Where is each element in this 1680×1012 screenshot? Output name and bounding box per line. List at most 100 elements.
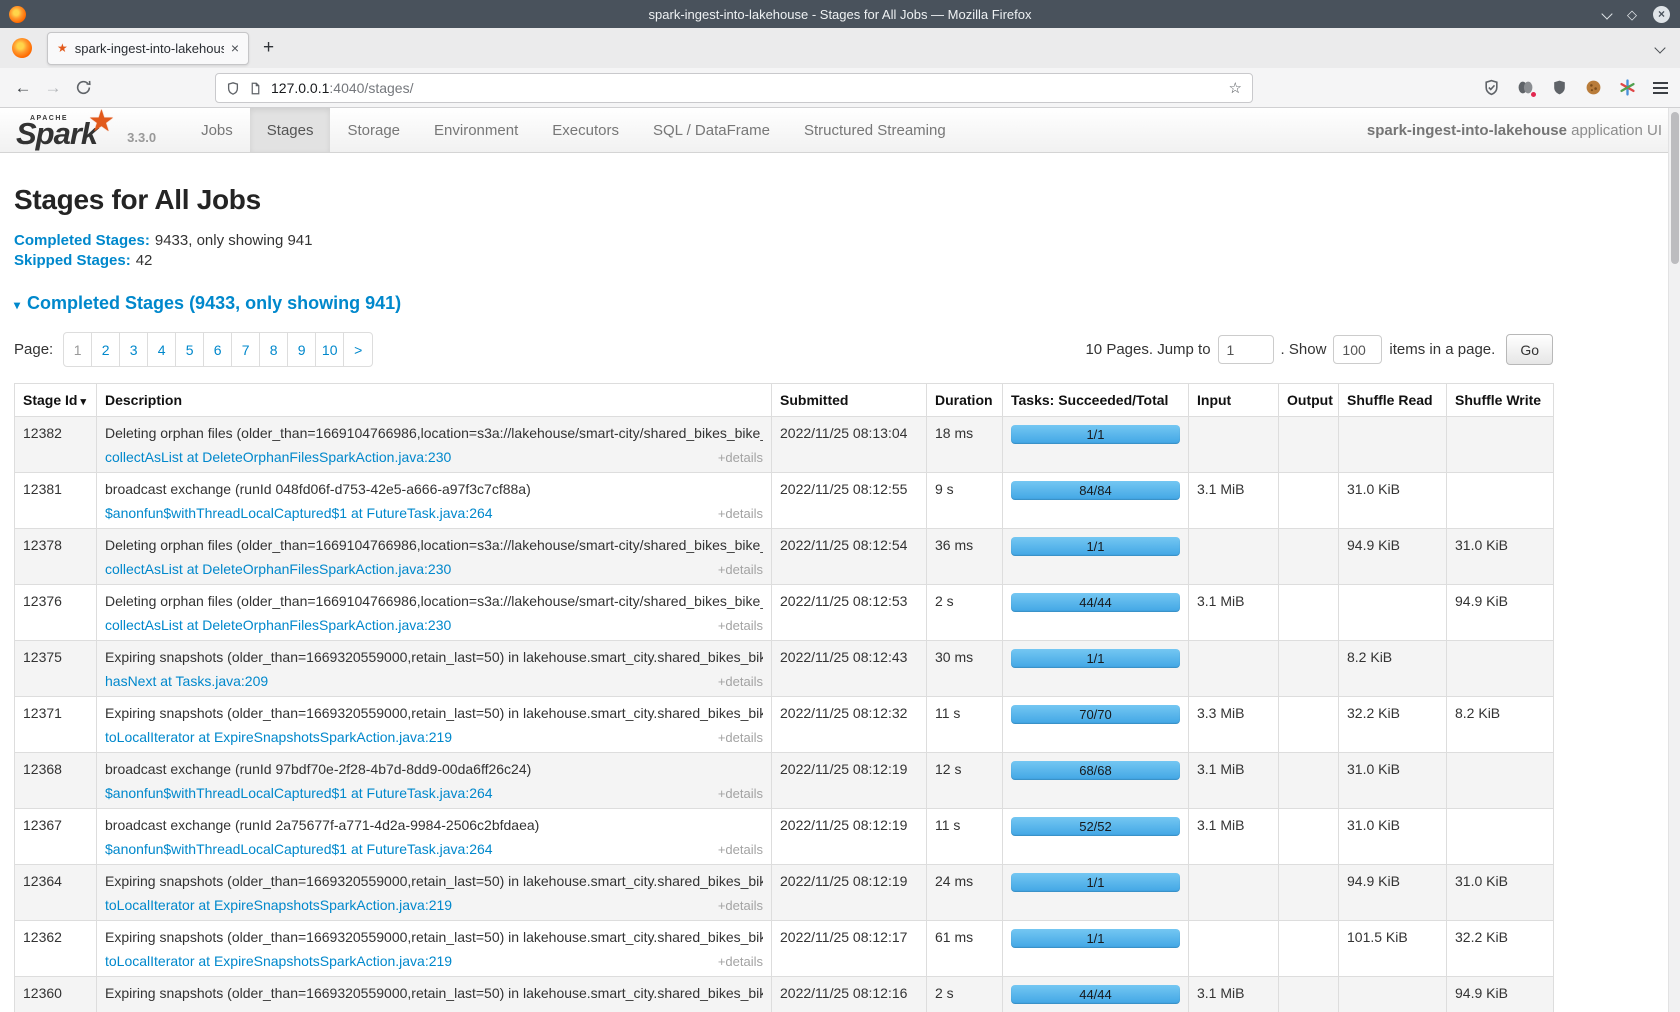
stage-id: 12378 <box>15 529 97 585</box>
masks-extension-icon[interactable] <box>1517 79 1534 96</box>
forward-button[interactable]: → <box>38 78 68 98</box>
tasks-cell: 84/84 <box>1003 473 1189 529</box>
details-toggle[interactable]: +details <box>718 561 763 578</box>
input-size <box>1189 529 1279 585</box>
submitted-time: 2022/11/25 08:12:19 <box>772 753 927 809</box>
stage-callsite-link[interactable]: toLocalIterator at ExpireSnapshotsSparkA… <box>105 729 452 746</box>
details-toggle[interactable]: +details <box>718 729 763 746</box>
scrollbar-track[interactable] <box>1668 108 1680 1012</box>
details-toggle[interactable]: +details <box>718 897 763 914</box>
shield-check-extension-icon[interactable] <box>1483 79 1500 96</box>
page-button-6[interactable]: 6 <box>204 333 232 366</box>
details-toggle[interactable]: +details <box>718 505 763 522</box>
input-size <box>1189 417 1279 473</box>
details-toggle[interactable]: +details <box>718 785 763 802</box>
col-description[interactable]: Description <box>97 384 772 417</box>
col-shuffle-read[interactable]: Shuffle Read <box>1339 384 1447 417</box>
page-button-10[interactable]: 10 <box>316 333 344 366</box>
details-toggle[interactable]: +details <box>718 449 763 466</box>
page-button-5[interactable]: 5 <box>176 333 204 366</box>
spark-nav-tab-environment[interactable]: Environment <box>417 108 535 152</box>
spark-nav-tab-stages[interactable]: Stages <box>250 108 331 152</box>
spark-nav-tab-executors[interactable]: Executors <box>535 108 636 152</box>
skipped-stages-label[interactable]: Skipped Stages: <box>14 252 131 269</box>
col-input[interactable]: Input <box>1189 384 1279 417</box>
cookie-extension-icon[interactable] <box>1585 79 1602 96</box>
details-toggle[interactable]: +details <box>718 953 763 970</box>
shuffle-read-size <box>1339 977 1447 1012</box>
stage-callsite-link[interactable]: toLocalIterator at ExpireSnapshotsSparkA… <box>105 897 452 914</box>
jump-to-page-input[interactable] <box>1218 335 1274 364</box>
page-button-2[interactable]: 2 <box>92 333 120 366</box>
stage-callsite-link[interactable]: $anonfun$withThreadLocalCaptured$1 at Fu… <box>105 505 493 522</box>
shuffle-write-size <box>1447 473 1554 529</box>
shuffle-read-size: 94.9 KiB <box>1339 865 1447 921</box>
page-content: Stages for All Jobs Completed Stages:943… <box>0 153 1680 1012</box>
tasks-progress-bar: 44/44 <box>1011 985 1180 1004</box>
details-toggle[interactable]: +details <box>718 841 763 858</box>
tasks-progress-bar: 70/70 <box>1011 705 1180 724</box>
stage-callsite-link[interactable]: collectAsList at DeleteOrphanFilesSparkA… <box>105 561 451 578</box>
list-all-tabs-button[interactable] <box>1656 39 1664 57</box>
details-toggle[interactable]: +details <box>718 673 763 690</box>
tasks-cell: 1/1 <box>1003 529 1189 585</box>
page-button-9[interactable]: 9 <box>288 333 316 366</box>
jump-text: 10 Pages. Jump to <box>1085 341 1210 358</box>
duration: 24 ms <box>927 865 1003 921</box>
go-button[interactable]: Go <box>1506 334 1553 365</box>
tasks-cell: 1/1 <box>1003 865 1189 921</box>
badge-dot <box>1530 91 1537 98</box>
col-duration[interactable]: Duration <box>927 384 1003 417</box>
stage-callsite-link[interactable]: $anonfun$withThreadLocalCaptured$1 at Fu… <box>105 785 493 802</box>
stages-table: Stage Id▾ Description Submitted Duration… <box>14 383 1554 1012</box>
completed-stages-section-toggle[interactable]: ▾ Completed Stages (9433, only showing 9… <box>14 293 1680 314</box>
window-close-button[interactable]: × <box>1653 6 1670 23</box>
chevron-down-icon <box>1654 42 1665 53</box>
colorful-asterisk-extension-icon[interactable] <box>1619 79 1636 96</box>
shield-permissions-icon[interactable] <box>226 81 240 96</box>
shuffle-read-size: 32.2 KiB <box>1339 697 1447 753</box>
ublock-extension-icon[interactable] <box>1551 79 1568 96</box>
col-tasks[interactable]: Tasks: Succeeded/Total <box>1003 384 1189 417</box>
page-button-4[interactable]: 4 <box>148 333 176 366</box>
browser-tab[interactable]: ★ spark-ingest-into-lakehous × <box>47 32 249 65</box>
page-button-8[interactable]: 8 <box>260 333 288 366</box>
details-toggle[interactable]: +details <box>718 617 763 634</box>
stage-callsite-link[interactable]: collectAsList at DeleteOrphanFilesSparkA… <box>105 449 451 466</box>
tab-close-icon[interactable]: × <box>231 41 239 55</box>
duration: 11 s <box>927 809 1003 865</box>
page-button-7[interactable]: 7 <box>232 333 260 366</box>
spark-nav-tab-structured-streaming[interactable]: Structured Streaming <box>787 108 963 152</box>
shuffle-read-size: 31.0 KiB <box>1339 473 1447 529</box>
col-submitted[interactable]: Submitted <box>772 384 927 417</box>
page-button-3[interactable]: 3 <box>120 333 148 366</box>
scrollbar-thumb[interactable] <box>1671 112 1679 264</box>
spark-nav-tab-storage[interactable]: Storage <box>330 108 417 152</box>
shuffle-write-size: 32.2 KiB <box>1447 921 1554 977</box>
spark-nav-tab-sql-dataframe[interactable]: SQL / DataFrame <box>636 108 787 152</box>
url-bar[interactable]: 127.0.0.1:4040/stages/ ☆ <box>215 73 1253 103</box>
page-button->[interactable]: > <box>344 333 372 366</box>
submitted-time: 2022/11/25 08:12:19 <box>772 865 927 921</box>
col-stage-id[interactable]: Stage Id▾ <box>15 384 97 417</box>
page-info-icon[interactable] <box>249 81 262 96</box>
stage-callsite-link[interactable]: toLocalIterator at ExpireSnapshotsSparkA… <box>105 953 452 970</box>
col-output[interactable]: Output <box>1279 384 1339 417</box>
new-tab-button[interactable]: + <box>263 37 274 59</box>
bookmark-star-icon[interactable]: ☆ <box>1229 79 1242 97</box>
page-button-1[interactable]: 1 <box>64 333 92 366</box>
spark-logo[interactable]: APACHE Spark ★ <box>0 108 101 152</box>
tasks-cell: 52/52 <box>1003 809 1189 865</box>
items-per-page-input[interactable] <box>1333 335 1382 364</box>
col-shuffle-write[interactable]: Shuffle Write <box>1447 384 1554 417</box>
window-minimize-button[interactable] <box>1603 5 1611 23</box>
stage-callsite-link[interactable]: collectAsList at DeleteOrphanFilesSparkA… <box>105 617 451 634</box>
stage-callsite-link[interactable]: $anonfun$withThreadLocalCaptured$1 at Fu… <box>105 841 493 858</box>
window-maximize-button[interactable]: ◇ <box>1627 8 1637 21</box>
back-button[interactable]: ← <box>8 78 38 98</box>
reload-button[interactable] <box>68 79 98 96</box>
menu-hamburger-icon[interactable] <box>1653 82 1668 94</box>
stage-callsite-link[interactable]: hasNext at Tasks.java:209 <box>105 673 268 690</box>
spark-nav-tab-jobs[interactable]: Jobs <box>184 108 250 152</box>
completed-stages-label[interactable]: Completed Stages: <box>14 232 150 249</box>
